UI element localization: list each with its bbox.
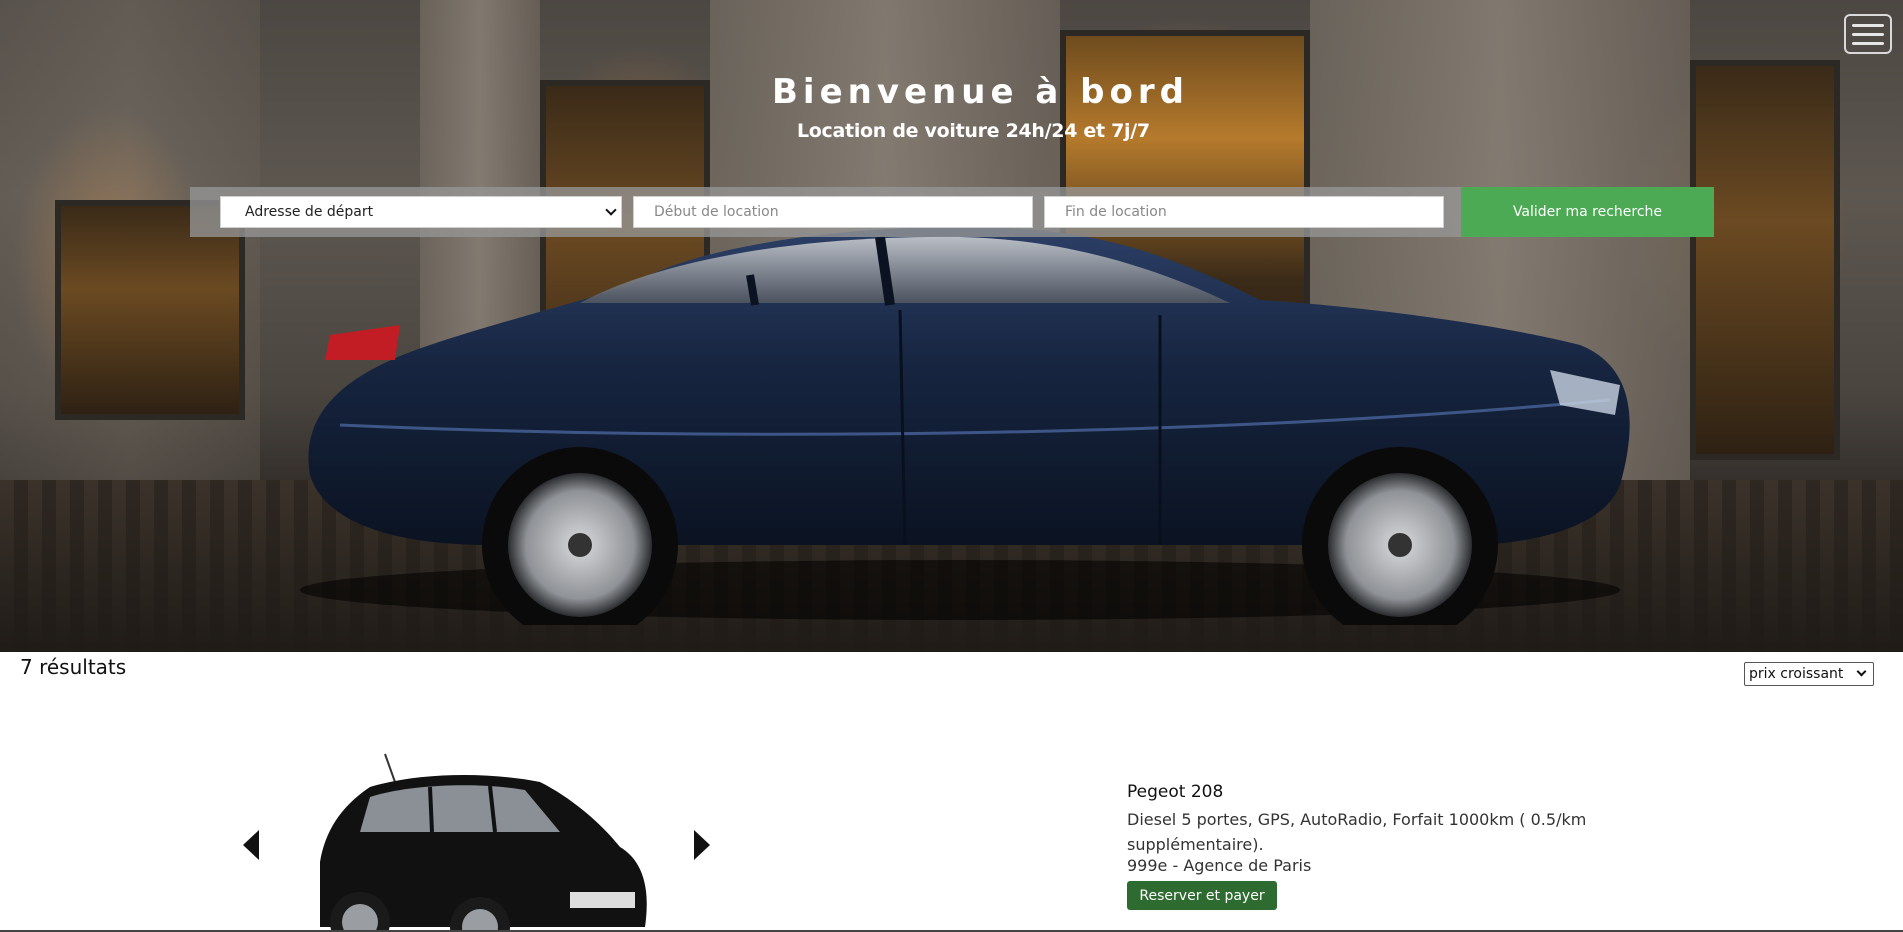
sort-select[interactable]: prix croissant — [1744, 662, 1874, 686]
carousel-prev-icon[interactable] — [243, 830, 259, 860]
rental-end-input[interactable]: Fin de location — [1044, 196, 1444, 228]
book-and-pay-button[interactable]: Reserver et payer — [1127, 881, 1277, 910]
building-door — [1690, 60, 1840, 460]
car-name: Pegeot 208 — [1127, 782, 1224, 802]
page-title: Bienvenue à bord — [772, 72, 1189, 112]
hero-car-image — [300, 226, 1630, 625]
results-count: 7 résultats — [20, 655, 127, 679]
car-photo — [320, 753, 647, 932]
car-description: Diesel 5 portes, GPS, AutoRadio, Forfait… — [1127, 810, 1587, 854]
menu-bar — [1852, 32, 1884, 36]
rental-start-input[interactable]: Début de location — [633, 196, 1033, 228]
menu-bar — [1852, 41, 1884, 45]
submit-search-button[interactable]: Valider ma recherche — [1461, 187, 1714, 237]
car-price-agency: 999e - Agence de Paris — [1127, 856, 1312, 875]
sort-value: prix croissant — [1749, 666, 1844, 682]
departure-address-select[interactable]: Adresse de départ — [220, 196, 622, 228]
departure-address-value: Adresse de départ — [245, 204, 374, 220]
hamburger-menu-icon[interactable] — [1844, 14, 1892, 54]
chevron-down-icon — [605, 204, 617, 216]
carousel-next-icon[interactable] — [694, 830, 710, 860]
chevron-down-icon — [1856, 666, 1867, 677]
page-subtitle: Location de voiture 24h/24 et 7j/7 — [797, 120, 1150, 142]
hero-banner: Bienvenue à bord Location de voiture 24h… — [0, 0, 1903, 652]
menu-bar — [1852, 23, 1884, 27]
